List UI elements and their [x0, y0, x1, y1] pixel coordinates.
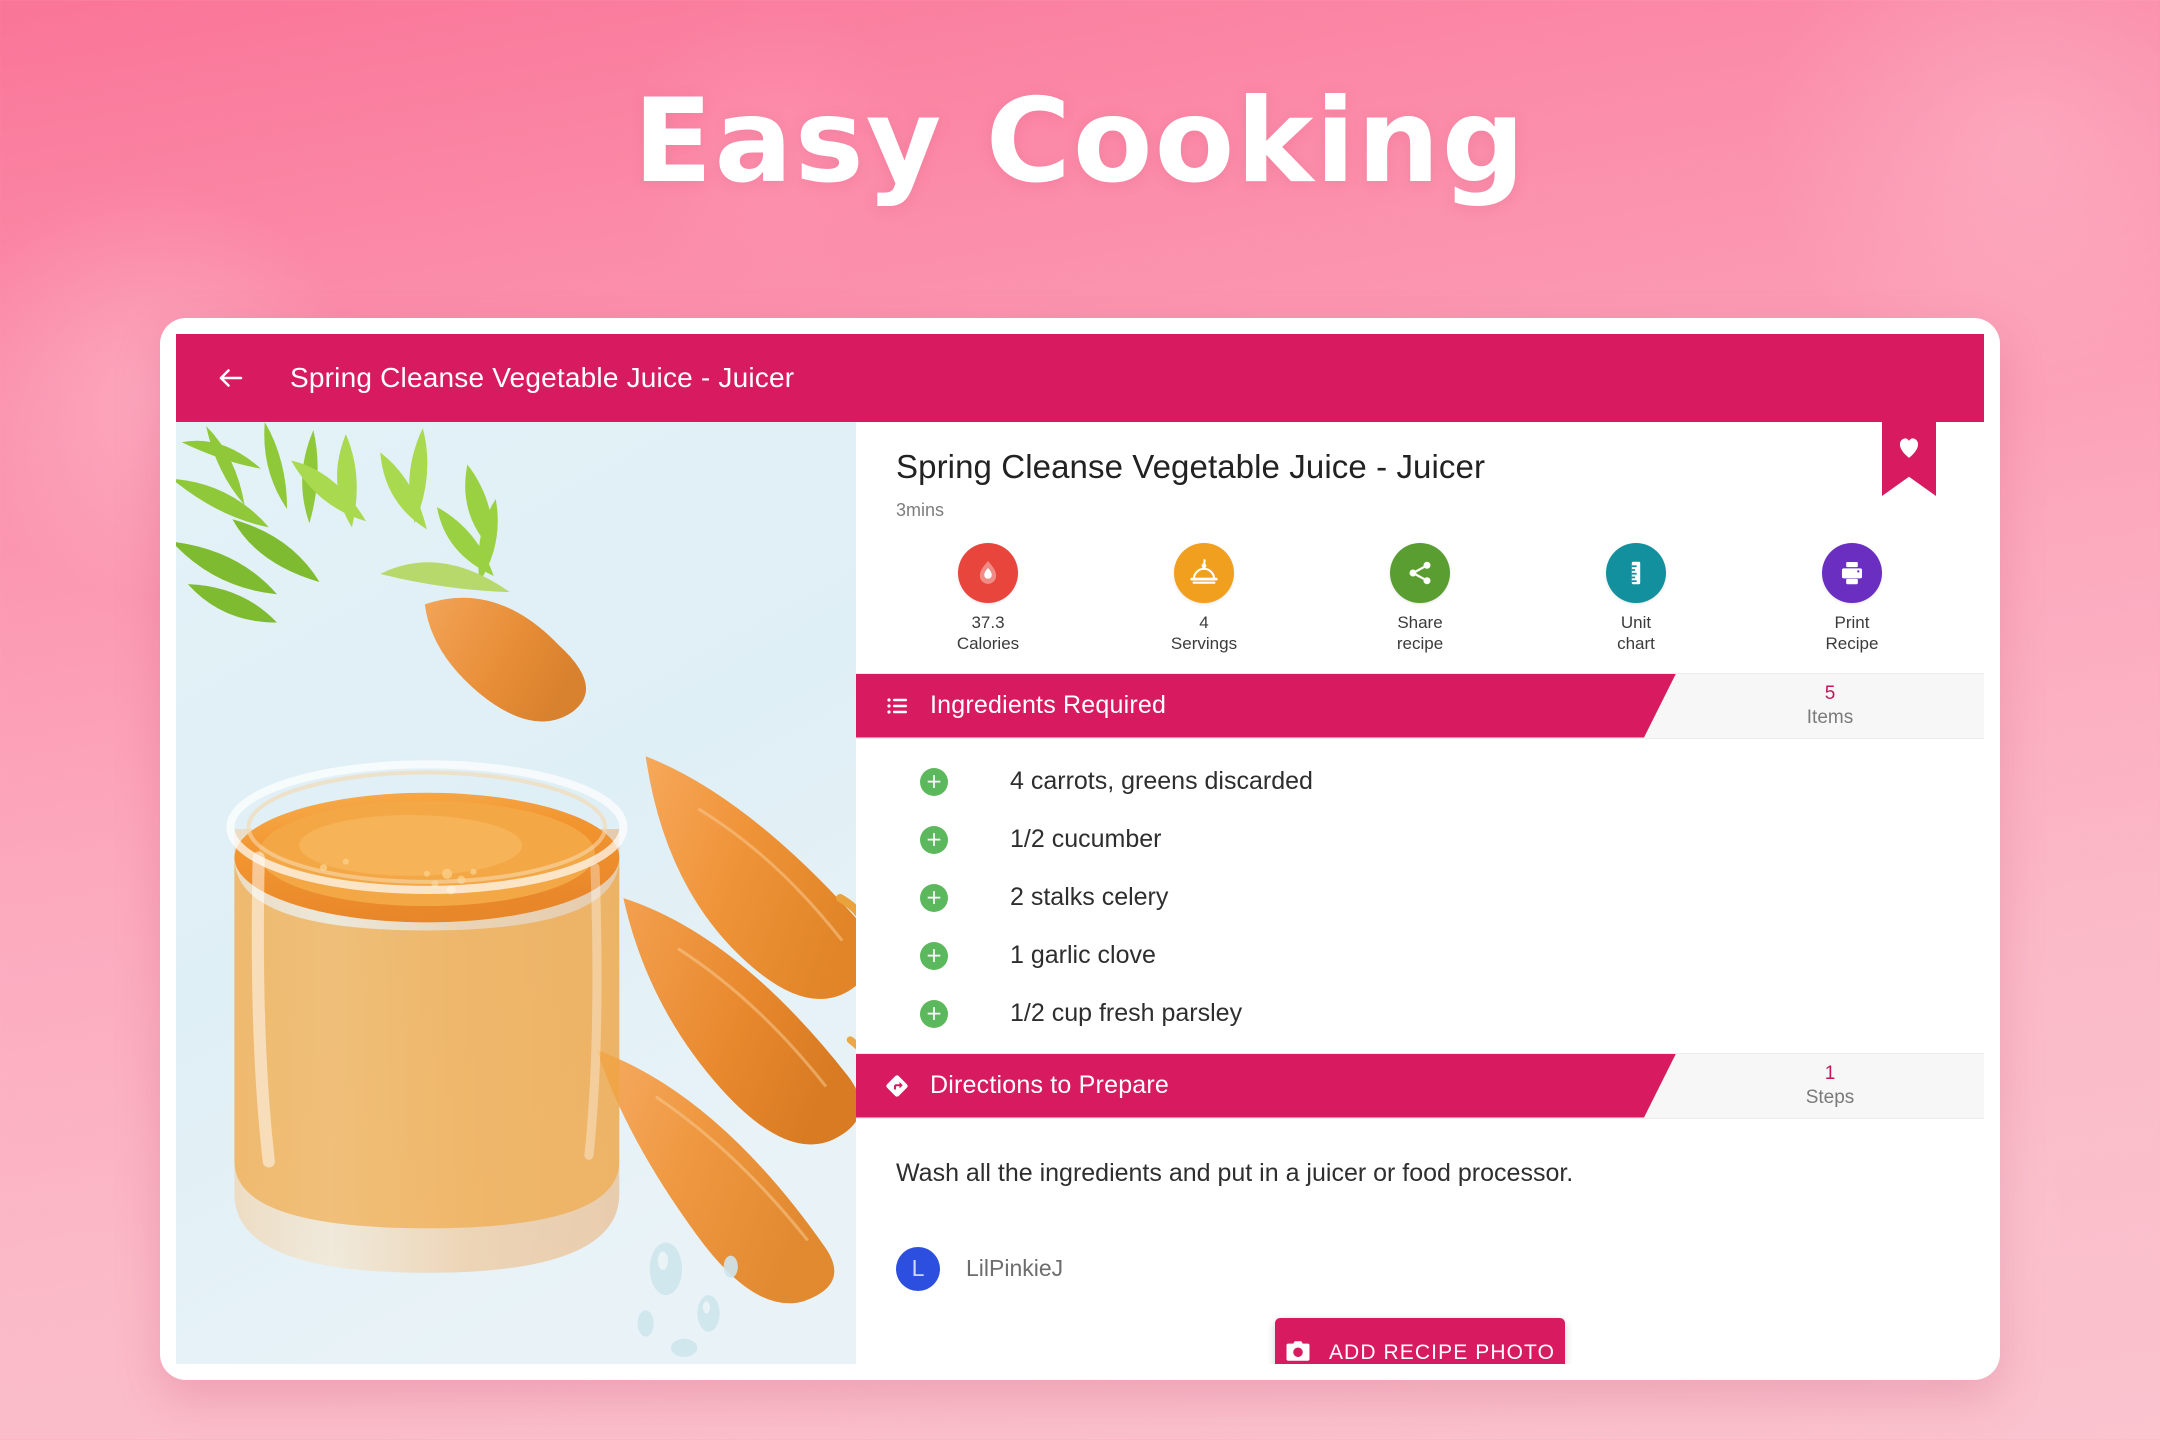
add-recipe-photo-label: ADD RECIPE PHOTO — [1328, 1341, 1556, 1364]
directions-diamond-icon — [882, 1071, 912, 1101]
recipe-header: Spring Cleanse Vegetable Juice - Juicer … — [856, 422, 1984, 521]
directions-count: 1 — [1824, 1062, 1836, 1084]
action-servings[interactable]: 4 Servings — [1096, 543, 1312, 655]
avatar: L — [896, 1246, 940, 1291]
printer-icon — [1822, 543, 1882, 603]
app-bar: Spring Cleanse Vegetable Juice - Juicer — [176, 334, 1984, 422]
action-label: recipe — [1396, 634, 1444, 654]
ingredient-text: 1/2 cup fresh parsley — [1010, 999, 1243, 1027]
directions-body: Wash all the ingredients and put in a ju… — [856, 1118, 1984, 1291]
page-title: Easy Cooking — [633, 74, 1527, 209]
ingredients-banner[interactable]: Ingredients Required — [856, 674, 1676, 738]
device-frame: Spring Cleanse Vegetable Juice - Juicer — [160, 318, 2000, 1380]
ingredient-text: 1/2 cucumber — [1010, 825, 1162, 853]
author-row: L LilPinkieJ — [896, 1246, 1944, 1291]
list-item[interactable]: + 2 stalks celery — [856, 869, 1984, 927]
flame-drop-icon — [958, 543, 1018, 603]
list-item[interactable]: + 1 garlic clove — [856, 927, 1984, 985]
ingredients-list: + 4 carrots, greens discarded + 1/2 cucu… — [856, 738, 1984, 1053]
action-label: Calories — [956, 634, 1020, 654]
recipe-title: Spring Cleanse Vegetable Juice - Juicer — [896, 448, 1486, 485]
action-value: 37.3 — [971, 613, 1005, 632]
ingredients-section-header: Ingredients Required 5 Items — [856, 672, 1984, 739]
plus-icon[interactable]: + — [920, 999, 948, 1028]
ingredients-count: 5 — [1824, 682, 1836, 704]
heart-icon — [1896, 435, 1922, 464]
directions-section-header: Directions to Prepare 1 Steps — [856, 1052, 1984, 1119]
author-name: LilPinkieJ — [966, 1255, 1064, 1282]
action-share[interactable]: Share recipe — [1312, 543, 1528, 655]
plus-icon[interactable]: + — [920, 767, 948, 796]
list-item[interactable]: + 1/2 cup fresh parsley — [856, 985, 1984, 1043]
action-calories[interactable]: 37.3 Calories — [880, 543, 1096, 655]
directions-banner[interactable]: Directions to Prepare — [856, 1054, 1676, 1118]
action-unit-chart[interactable]: Unit chart — [1528, 543, 1744, 655]
action-label: Servings — [1170, 634, 1238, 654]
recipe-photo — [176, 422, 856, 1364]
action-value: Share — [1397, 613, 1443, 632]
directions-count-unit: Steps — [1805, 1086, 1855, 1108]
arrow-left-icon[interactable] — [208, 355, 254, 401]
app-screen: Spring Cleanse Vegetable Juice - Juicer — [176, 334, 1984, 1364]
plus-icon[interactable]: + — [920, 883, 948, 912]
action-print[interactable]: Print Recipe — [1744, 543, 1960, 655]
recipe-time: 3mins — [896, 500, 945, 520]
ingredient-text: 1 garlic clove — [1010, 941, 1156, 969]
plus-icon[interactable]: + — [920, 825, 948, 854]
ingredient-text: 2 stalks celery — [1010, 883, 1169, 911]
action-value: 4 — [1199, 613, 1209, 632]
recipe-actions: 37.3 Calories 4 Servings Share recipe Un… — [856, 521, 1984, 673]
directions-label: Directions to Prepare — [930, 1071, 1170, 1099]
content-area: Spring Cleanse Vegetable Juice - Juicer … — [176, 422, 1984, 1364]
recipe-detail-panel: Spring Cleanse Vegetable Juice - Juicer … — [856, 422, 1984, 1364]
directions-counter: 1 Steps — [1676, 1054, 1984, 1118]
action-value: Unit — [1620, 613, 1652, 632]
action-label: Recipe — [1825, 634, 1879, 654]
ingredients-counter: 5 Items — [1676, 674, 1984, 738]
share-icon — [1390, 543, 1450, 603]
app-bar-title: Spring Cleanse Vegetable Juice - Juicer — [290, 362, 795, 393]
list-item[interactable]: + 4 carrots, greens discarded — [856, 753, 1984, 811]
direction-step: Wash all the ingredients and put in a ju… — [896, 1158, 1574, 1187]
ingredients-label: Ingredients Required — [930, 691, 1167, 719]
camera-icon — [1285, 1339, 1311, 1365]
cloche-icon — [1174, 543, 1234, 603]
add-recipe-photo-button[interactable]: ADD RECIPE PHOTO — [1275, 1318, 1565, 1364]
ingredient-text: 4 carrots, greens discarded — [1010, 767, 1313, 795]
ingredients-count-unit: Items — [1806, 706, 1854, 728]
action-label: chart — [1617, 634, 1655, 654]
ruler-icon — [1606, 543, 1666, 603]
list-icon — [882, 691, 912, 721]
list-item[interactable]: + 1/2 cucumber — [856, 811, 1984, 869]
action-value: Print — [1834, 613, 1870, 632]
plus-icon[interactable]: + — [920, 941, 948, 970]
